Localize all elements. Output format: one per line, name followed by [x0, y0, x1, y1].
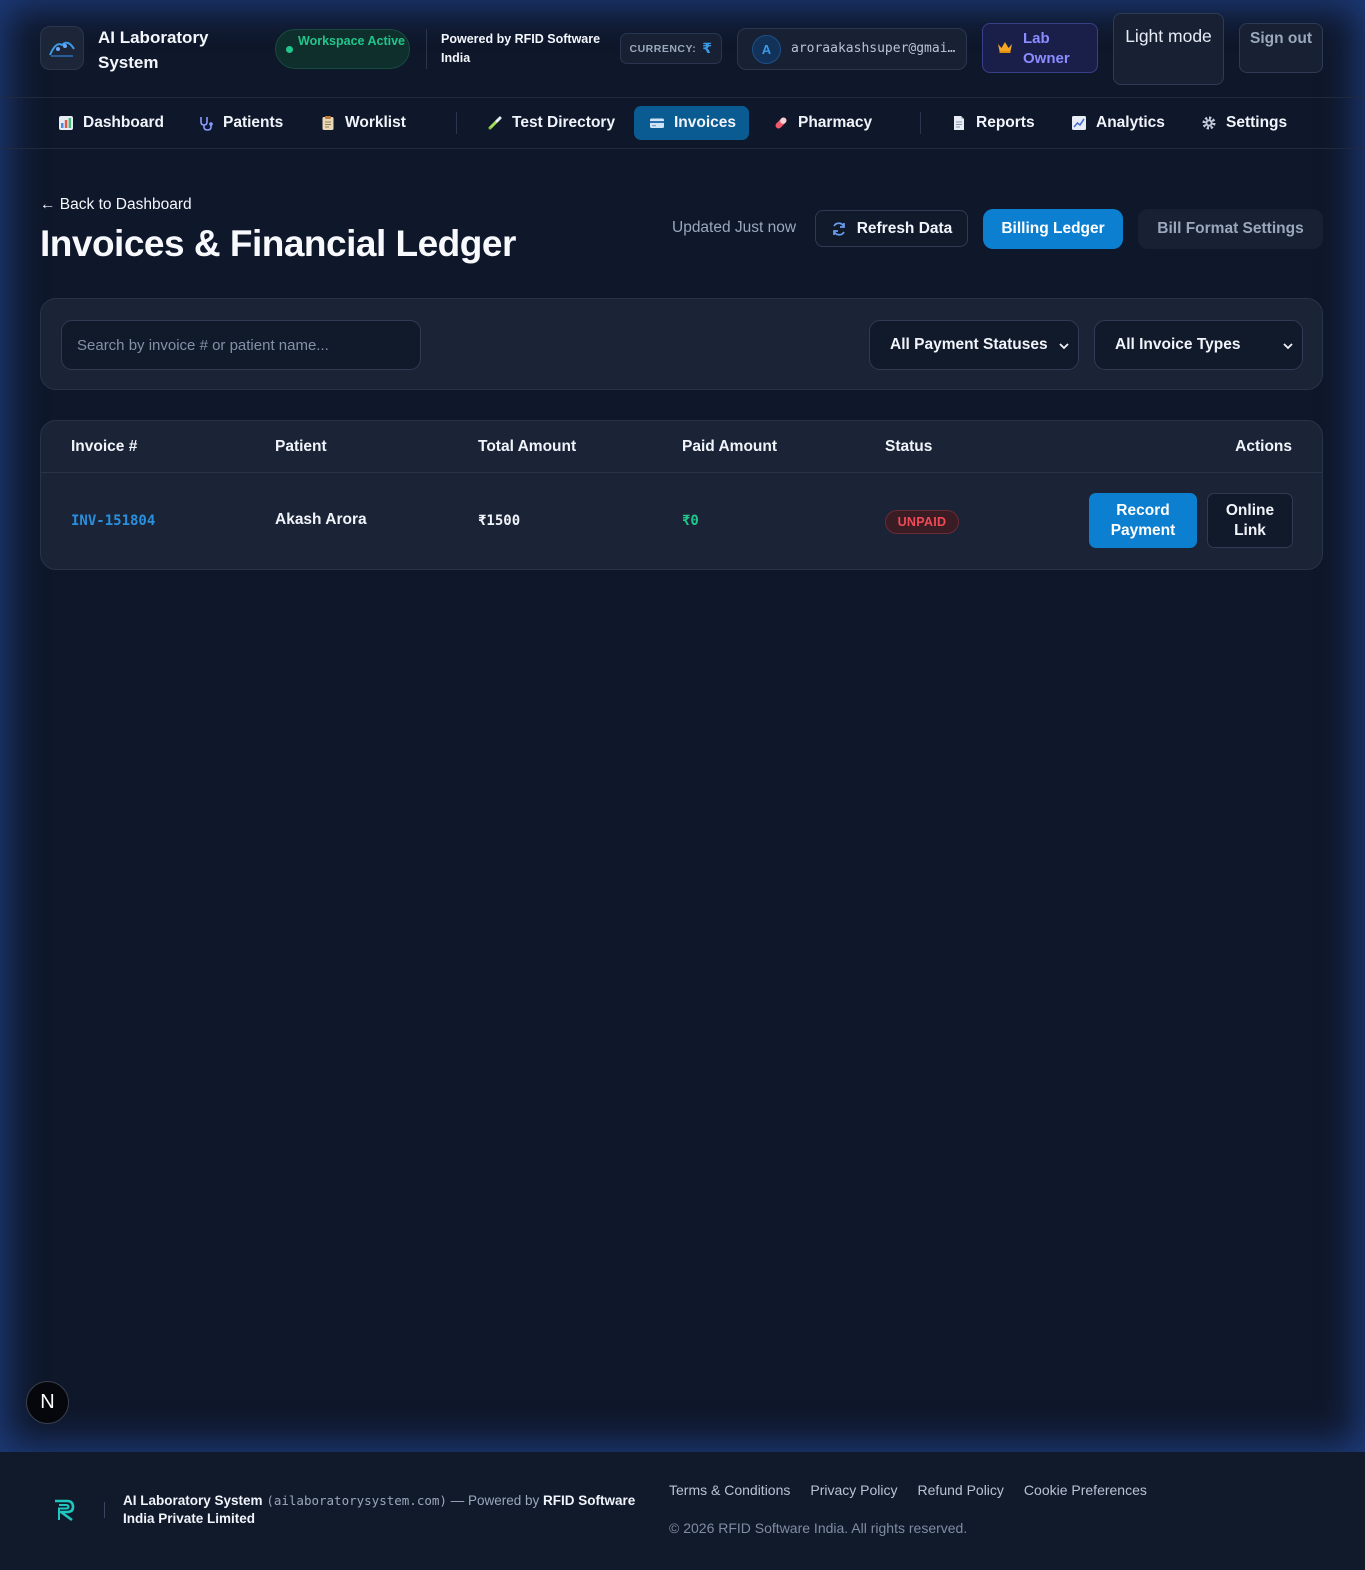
workspace-status-badge: Workspace Active — [275, 29, 410, 69]
crown-icon — [998, 42, 1012, 53]
column-header-actions: Actions — [1235, 438, 1292, 455]
footer-divider — [104, 1502, 105, 1518]
top-header: AI Laboratory System Workspace Active Po… — [0, 0, 1365, 98]
stethoscope-icon — [198, 115, 214, 131]
document-icon — [951, 115, 967, 131]
rfid-logo-icon — [55, 1499, 75, 1522]
column-header-status: Status — [885, 438, 933, 455]
bill-format-settings-button[interactable]: Bill Format Settings — [1138, 209, 1323, 249]
refresh-icon — [832, 221, 845, 236]
patient-name: Akash Arora — [275, 511, 367, 528]
column-header-invoice: Invoice # — [71, 438, 138, 455]
currency-label: CURRENCY: — [629, 42, 697, 55]
nav-label: Pharmacy — [798, 114, 873, 131]
column-header-patient: Patient — [275, 438, 327, 455]
invoice-type-value: All Invoice Types — [1115, 336, 1241, 353]
avatar: A — [752, 35, 781, 64]
paid-amount: ₹0 — [682, 513, 699, 529]
footer-credit: AI Laboratory System (ailaboratorysystem… — [123, 1492, 643, 1528]
nav-label: Analytics — [1096, 114, 1165, 131]
nav-item-dashboard[interactable]: Dashboard — [43, 106, 177, 140]
footer-brand: AI Laboratory System — [123, 1493, 263, 1508]
sign-out-button[interactable]: Sign out — [1239, 23, 1323, 73]
nav-item-settings[interactable]: Settings — [1186, 106, 1300, 140]
copyright: © 2026 RFID Software India. All rights r… — [669, 1520, 968, 1536]
column-header-paid: Paid Amount — [682, 438, 778, 455]
footer: AI Laboratory System (ailaboratorysystem… — [0, 1452, 1365, 1570]
line-chart-icon — [1071, 115, 1087, 131]
nav-divider — [456, 112, 457, 134]
theme-toggle-button[interactable]: Light mode — [1113, 13, 1224, 85]
table-header: Invoice # Patient Total Amount Paid Amou… — [41, 421, 1322, 473]
invoice-number-link[interactable]: INV-151804 — [71, 513, 155, 529]
header-divider — [426, 29, 427, 69]
nav-item-invoices[interactable]: Invoices — [634, 106, 750, 140]
nav-label: Dashboard — [83, 114, 164, 131]
user-account-chip[interactable]: A aroraakashsuper@gmai… — [737, 28, 967, 70]
currency-indicator[interactable]: CURRENCY: ₹ — [620, 33, 722, 64]
footer-powered-prefix: — Powered by — [450, 1493, 540, 1508]
nav-item-reports[interactable]: Reports — [936, 106, 1048, 140]
chevron-down-icon — [1059, 343, 1069, 350]
total-amount: ₹1500 — [478, 513, 521, 529]
payment-status-value: All Payment Statuses — [890, 336, 1048, 353]
refresh-data-button[interactable]: Refresh Data — [815, 210, 968, 247]
cookie-preferences-link[interactable]: Cookie Preferences — [1024, 1482, 1147, 1498]
invoice-type-select[interactable]: All Invoice Types — [1094, 320, 1303, 370]
nav-label: Patients — [223, 114, 284, 131]
nav-item-analytics[interactable]: Analytics — [1056, 106, 1178, 140]
back-to-dashboard-link[interactable]: ← Back to Dashboard — [40, 196, 192, 214]
user-email: aroraakashsuper@gmai… — [791, 41, 956, 56]
bar-chart-icon — [58, 115, 74, 131]
credit-card-icon — [649, 115, 665, 131]
nav-item-test-directory[interactable]: Test Directory — [472, 106, 628, 140]
footer-domain: (ailaboratorysystem.com) — [266, 1493, 447, 1508]
pipette-icon — [487, 115, 503, 131]
nav-item-worklist[interactable]: Worklist — [305, 106, 419, 140]
nav-label: Reports — [976, 114, 1035, 131]
dev-tools-badge[interactable]: N — [26, 1381, 69, 1424]
record-payment-button[interactable]: Record Payment — [1089, 493, 1197, 548]
nav-label: Invoices — [674, 114, 737, 131]
privacy-link[interactable]: Privacy Policy — [810, 1482, 897, 1498]
status-badge: UNPAID — [885, 510, 959, 534]
invoices-table: Invoice # Patient Total Amount Paid Amou… — [40, 420, 1323, 570]
role-label: Lab Owner — [1023, 30, 1070, 67]
payment-status-select[interactable]: All Payment Statuses — [869, 320, 1079, 370]
clipboard-icon — [320, 115, 336, 131]
powered-by-label: Powered by RFID Software India — [441, 32, 601, 65]
brand-name: AI Laboratory System — [98, 28, 209, 72]
online-link-button[interactable]: Online Link — [1207, 493, 1293, 548]
filter-panel: All Payment Statuses All Invoice Types — [40, 298, 1323, 390]
nav-label: Worklist — [345, 114, 406, 131]
search-input[interactable] — [61, 320, 421, 370]
currency-symbol: ₹ — [702, 40, 713, 56]
last-updated-label: Updated Just now — [672, 219, 797, 236]
nav-item-pharmacy[interactable]: Pharmacy — [758, 106, 885, 140]
nav-item-patients[interactable]: Patients — [183, 106, 296, 140]
chevron-down-icon — [1283, 343, 1293, 350]
app-logo[interactable] — [40, 26, 84, 70]
refund-link[interactable]: Refund Policy — [918, 1482, 1004, 1498]
gear-icon — [1201, 115, 1217, 131]
pill-icon — [773, 115, 789, 131]
lab-logo-icon — [49, 41, 75, 57]
refresh-label: Refresh Data — [856, 219, 953, 237]
workspace-status-label: Workspace Active — [298, 34, 405, 48]
page-title: Invoices & Financial Ledger — [40, 223, 516, 264]
status-dot-icon — [286, 46, 293, 53]
billing-ledger-button[interactable]: Billing Ledger — [983, 209, 1123, 249]
role-badge-button[interactable]: Lab Owner — [982, 23, 1098, 73]
footer-links: Terms & Conditions Privacy Policy Refund… — [669, 1482, 1147, 1498]
nav-label: Settings — [1226, 114, 1288, 131]
column-header-total: Total Amount — [478, 438, 577, 455]
nav-divider — [920, 112, 921, 134]
terms-link[interactable]: Terms & Conditions — [669, 1482, 790, 1498]
nav-label: Test Directory — [512, 114, 616, 131]
main-nav: Dashboard Patients Worklist Test Directo… — [0, 98, 1365, 149]
